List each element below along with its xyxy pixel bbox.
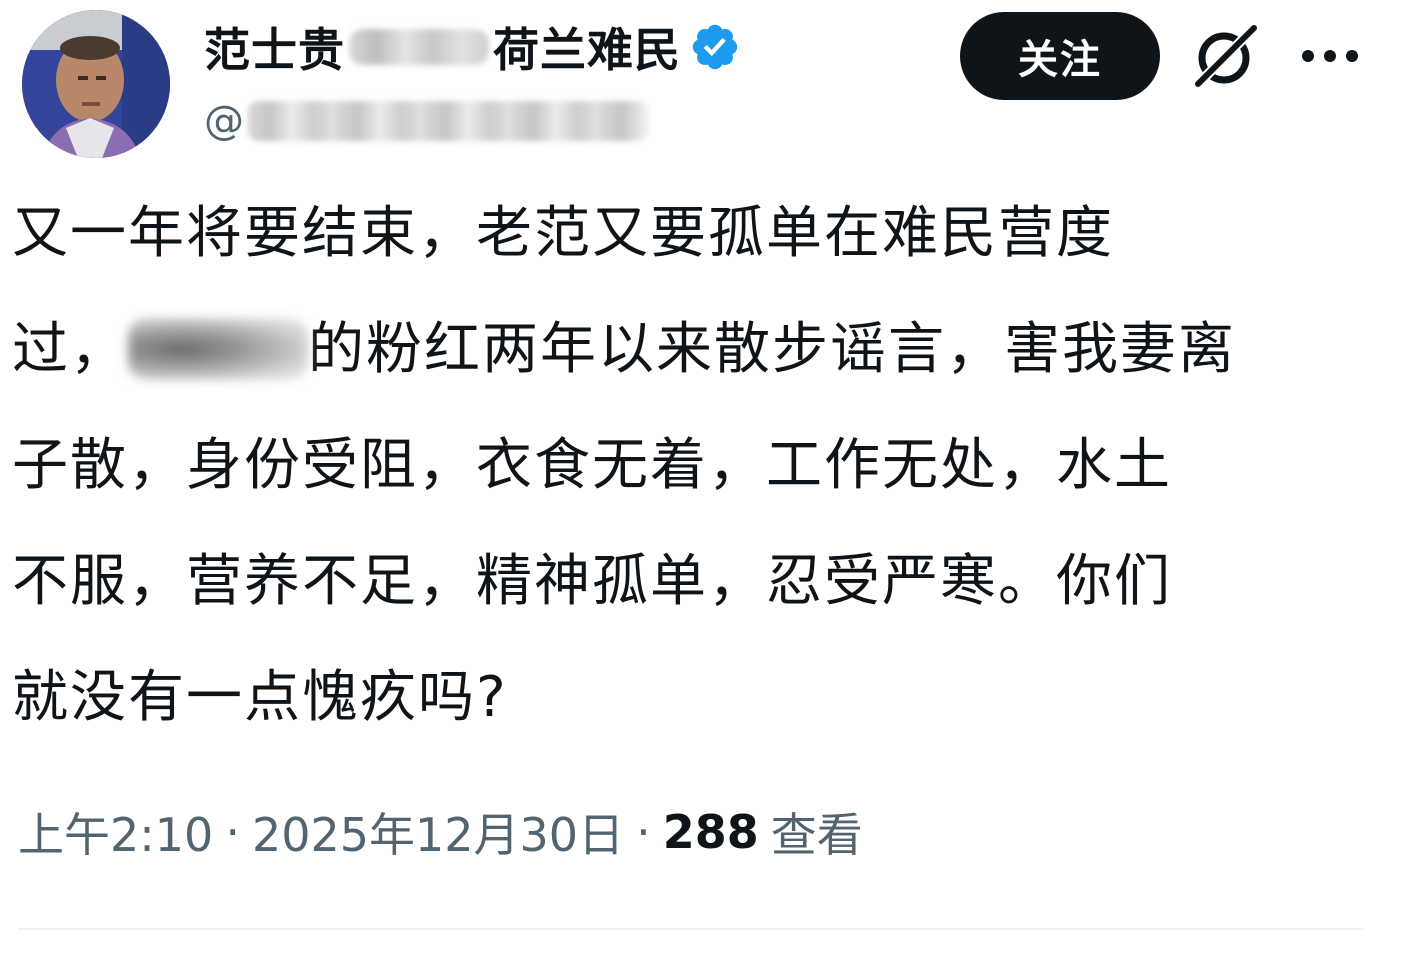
avatar-image [22, 10, 170, 158]
views-count: 288 [662, 805, 759, 859]
meta-separator: · [225, 805, 240, 859]
tweet-line: 就没有一点愧疚吗? [12, 665, 508, 730]
tweet-line: 又一年将要结束，老范又要孤单在难民营度 [12, 201, 1114, 266]
follow-button[interactable]: 关注 [960, 12, 1160, 100]
tweet-text: 又一年将要结束，老范又要孤单在难民营度 过， 的粉红两年以来散步谣言，害我妻离 子… [12, 176, 1352, 756]
author-handle-row[interactable]: @ [204, 94, 648, 148]
tweet-line: 不服，营养不足，精神孤单，忍受严寒。你们 [12, 549, 1172, 614]
author-name-row[interactable]: 范士贵 荷兰难民 [204, 14, 741, 80]
handle-at-sign: @ [204, 98, 244, 144]
avatar[interactable] [22, 10, 170, 158]
tweet-line-suffix: 的粉红两年以来散步谣言，害我妻离 [308, 317, 1236, 382]
redacted-name-blur [349, 29, 489, 65]
verified-badge-icon [692, 24, 738, 70]
tweet-meta: 上午2:10 · 2025年12月30日 · 288 查看 [18, 792, 863, 872]
tweet-line: 过， 的粉红两年以来散步谣言，害我妻离 [12, 292, 1352, 408]
author-name-suffix[interactable]: 荷兰难民 [493, 14, 681, 80]
author-name-prefix[interactable]: 范士贵 [204, 14, 345, 80]
divider [18, 928, 1364, 930]
tweet-line: 子散，身份受阻，衣食无着，工作无处，水土 [12, 433, 1172, 498]
tweet-time[interactable]: 上午2:10 [18, 799, 213, 865]
tweet-date[interactable]: 2025年12月30日 [252, 799, 624, 865]
redacted-text-blur [128, 317, 308, 380]
tweet-page: 范士贵 荷兰难民 @ 关注 又一年将要结束，老范又要孤单在难民营度 过， 的粉红两… [0, 0, 1425, 960]
meta-separator: · [636, 805, 651, 859]
redacted-handle-blur [248, 101, 648, 141]
more-dots-icon[interactable] [1296, 28, 1364, 84]
grok-slash-icon[interactable] [1190, 20, 1262, 92]
views-label: 查看 [770, 808, 863, 862]
tweet-line-prefix: 过， [12, 317, 128, 382]
